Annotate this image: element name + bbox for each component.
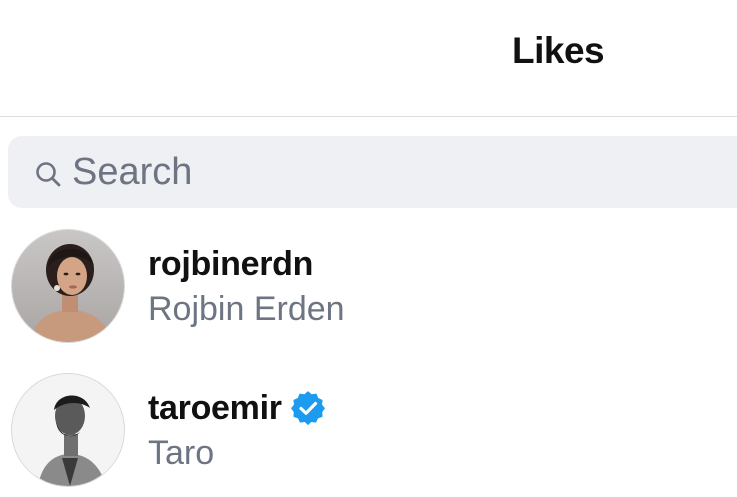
search-bar[interactable]	[8, 136, 737, 208]
search-input[interactable]	[72, 136, 672, 208]
header: Likes	[0, 0, 737, 116]
username[interactable]: taroemir	[148, 389, 282, 428]
full-name: Rojbin Erden	[148, 290, 345, 328]
like-list-item[interactable]: rojbinerdn Rojbin Erden	[0, 222, 737, 352]
username-line: rojbinerdn	[148, 242, 313, 286]
avatar[interactable]	[12, 374, 124, 486]
header-divider	[0, 116, 737, 117]
verified-badge-icon	[290, 391, 325, 426]
full-name: Taro	[148, 434, 215, 472]
username[interactable]: rojbinerdn	[148, 245, 313, 284]
page-title: Likes	[512, 30, 605, 71]
avatar[interactable]	[12, 230, 124, 342]
likes-page: Likes Search rojbinerdn Rojbin Erden tar…	[0, 0, 737, 497]
like-list-item[interactable]: taroemir Taro	[0, 366, 737, 496]
username-line: taroemir	[148, 386, 326, 430]
search-icon	[36, 162, 61, 187]
